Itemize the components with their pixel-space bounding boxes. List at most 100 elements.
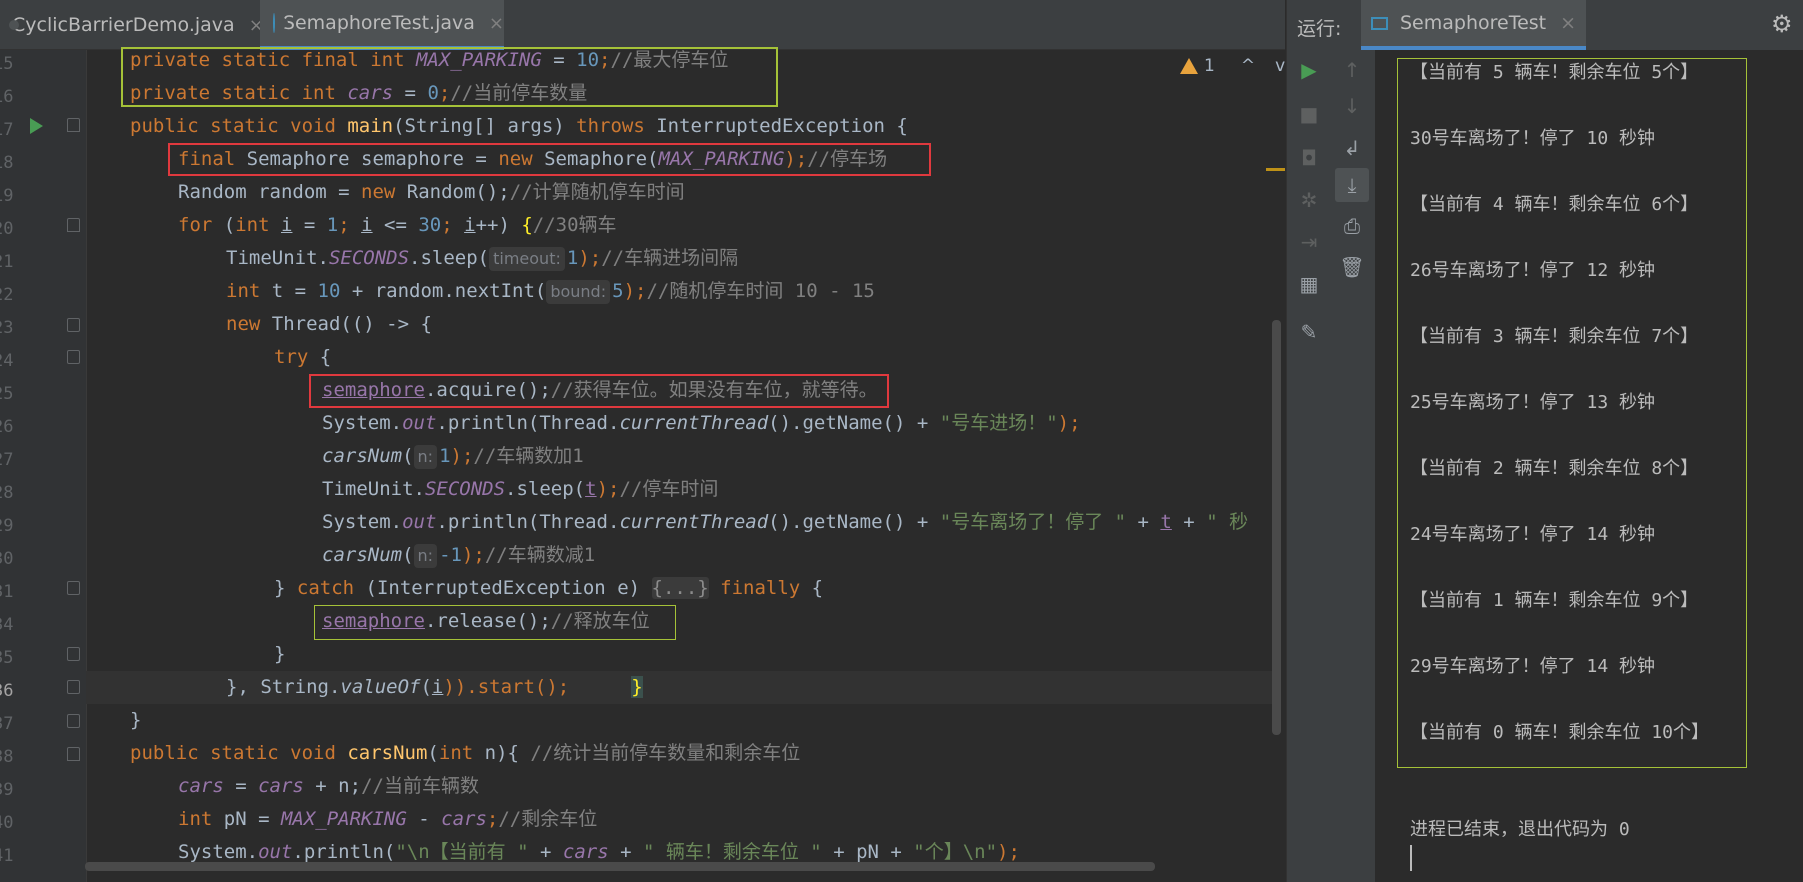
code-line[interactable]: public static void carsNum(int n){ //统计当… <box>130 737 800 770</box>
fold-icon[interactable] <box>67 318 80 332</box>
down-arrow-icon[interactable]: ↓ <box>1339 94 1365 118</box>
fold-icon[interactable] <box>67 581 80 595</box>
line-number: 28 <box>0 483 14 503</box>
code-line[interactable]: } catch (InterruptedException e) {...} f… <box>274 572 823 605</box>
code-line[interactable]: try { <box>274 341 331 374</box>
collapsed-block[interactable]: {...} <box>651 577 709 599</box>
line-number: 37 <box>0 714 14 734</box>
soft-wrap-icon[interactable]: ↲ <box>1339 136 1365 160</box>
console-line: 【当前有 2 辆车！剩余车位 8个】 <box>1410 458 1699 479</box>
line-number: 40 <box>0 813 14 833</box>
code-line[interactable]: Random random = new Random();//计算随机停车时间 <box>178 176 685 209</box>
code-line[interactable]: new Thread(() -> { <box>226 308 432 341</box>
line-number: 35 <box>0 648 14 668</box>
code-line[interactable]: } <box>274 638 285 671</box>
line-number: 26 <box>0 417 14 437</box>
java-class-icon <box>273 13 288 33</box>
close-icon[interactable]: × <box>1560 12 1576 34</box>
code-line[interactable]: TimeUnit.SECONDS.sleep(t);//停车时间 <box>322 473 718 506</box>
scroll-marker <box>1266 168 1285 171</box>
line-number: 29 <box>0 516 14 536</box>
horizontal-scrollbar[interactable] <box>85 862 1155 871</box>
tab-label: CyclicBarrierDemo.java <box>12 14 235 36</box>
code-line[interactable]: System.out.println(Thread.currentThread(… <box>322 506 1248 539</box>
code-line[interactable]: }, String.valueOf(i)).start();} <box>226 671 643 704</box>
highlight-box-green <box>121 47 778 107</box>
run-tool-window: 运行: SemaphoreTest × ⚙ ▶ ↑ ■ ↓ ◘ ↲ ✲ ⤓ ⇥ … <box>1286 0 1803 882</box>
fold-icon[interactable] <box>67 118 80 132</box>
code-line[interactable]: carsNum(n: -1);//车辆数减1 <box>322 539 595 572</box>
code-line[interactable]: int pN = MAX_PARKING - cars;//剩余车位 <box>178 803 597 836</box>
highlight-box-red <box>168 143 931 176</box>
fold-icon[interactable] <box>67 680 80 694</box>
text-caret <box>1410 845 1412 871</box>
fold-icon[interactable] <box>67 714 80 728</box>
previous-highlight-icon[interactable]: ^ <box>1241 56 1255 76</box>
stop-icon[interactable]: ■ <box>1296 102 1322 126</box>
code-line[interactable]: public static void main(String[] args) t… <box>130 110 908 143</box>
line-number: 18 <box>0 153 14 173</box>
line-number: 16 <box>0 87 14 107</box>
trash-icon[interactable]: 🗑 <box>1339 255 1365 279</box>
fold-icon[interactable] <box>67 218 80 232</box>
run-config-tab[interactable]: SemaphoreTest × <box>1361 0 1587 50</box>
tab-cyclicbarrierdemo[interactable]: CyclicBarrierDemo.java × <box>0 0 264 50</box>
up-arrow-icon[interactable]: ↑ <box>1339 58 1365 82</box>
line-number-gutter[interactable]: 15 16 17 18 19 20 21 22 23 24 25 26 27 2… <box>0 50 86 882</box>
line-number: 22 <box>0 285 14 305</box>
close-icon[interactable]: × <box>489 13 504 34</box>
console-line: 30号车离场了！停了 10 秒钟 <box>1410 128 1656 149</box>
run-toolbar: ▶ ↑ ■ ↓ ◘ ↲ ✲ ⤓ ⇥ ⎙ 🗑 ▦ ✎ <box>1287 50 1375 882</box>
login-icon[interactable]: ⇥ <box>1296 230 1322 254</box>
run-label: 运行: <box>1297 18 1342 40</box>
fold-icon[interactable] <box>67 647 80 661</box>
console-line: 【当前有 3 辆车！剩余车位 7个】 <box>1410 326 1699 347</box>
warning-icon <box>1180 58 1198 74</box>
code-line[interactable]: for (int i = 1; i <= 30; i++) {//30辆车 <box>178 209 617 242</box>
line-number: 24 <box>0 351 14 371</box>
console-icon <box>1371 16 1388 30</box>
layout-icon[interactable]: ▦ <box>1296 272 1322 296</box>
console-line: 29号车离场了！停了 14 秒钟 <box>1410 656 1656 677</box>
code-line[interactable]: int t = 10 + random.nextInt(bound: 5);//随… <box>226 275 875 308</box>
print-icon[interactable]: ⎙ <box>1339 214 1365 238</box>
next-highlight-icon[interactable]: v <box>1275 56 1285 76</box>
line-number: 25 <box>0 384 14 404</box>
highlight-box-red <box>309 374 889 408</box>
code-editor[interactable]: CyclicBarrierDemo.java × SemaphoreTest.j… <box>0 0 1285 882</box>
line-number: 15 <box>0 54 14 74</box>
line-number: 23 <box>0 318 14 338</box>
line-number: 19 <box>0 186 14 206</box>
code-line[interactable]: } <box>130 704 141 737</box>
code-line[interactable]: cars = cars + n;//当前车辆数 <box>178 770 479 803</box>
console-line: 25号车离场了！停了 13 秒钟 <box>1410 392 1656 413</box>
gutter-divider <box>86 50 87 882</box>
scroll-to-end-icon[interactable]: ⤓ <box>1335 168 1369 202</box>
parameter-hint: bound: <box>546 280 611 304</box>
run-header: 运行: SemaphoreTest × ⚙ <box>1287 0 1803 50</box>
parameter-hint: n: <box>413 445 438 469</box>
fold-icon[interactable] <box>67 350 80 364</box>
line-number: 34 <box>0 615 14 635</box>
highlight-box-green <box>314 605 676 640</box>
console-line: 【当前有 1 辆车！剩余车位 9个】 <box>1410 590 1699 611</box>
inspection-widget[interactable]: 1 ^ v <box>1180 56 1285 76</box>
vertical-scrollbar[interactable] <box>1272 320 1281 735</box>
exit-message: 进程已结束，退出代码为 0 <box>1410 819 1630 840</box>
code-line[interactable]: TimeUnit.SECONDS.sleep(timeout: 1);//车辆进场… <box>226 242 738 275</box>
tab-semaphoretest[interactable]: SemaphoreTest.java × <box>260 0 504 50</box>
console-line: 【当前有 4 辆车！剩余车位 6个】 <box>1410 194 1699 215</box>
pin-icon[interactable]: ✎ <box>1296 320 1322 344</box>
console-output[interactable]: 【当前有 5 辆车！剩余车位 5个】 30号车离场了！停了 10 秒钟 【当前有… <box>1377 50 1803 882</box>
camera-icon[interactable]: ◘ <box>1296 146 1322 170</box>
code-line[interactable]: carsNum(n: 1);//车辆数加1 <box>322 440 584 473</box>
debug-icon[interactable]: ✲ <box>1296 188 1322 212</box>
line-number: 39 <box>0 780 14 800</box>
run-gutter-icon[interactable] <box>30 118 43 134</box>
gear-icon[interactable]: ⚙ <box>1771 10 1793 38</box>
code-line[interactable]: System.out.println(Thread.currentThread(… <box>322 407 1081 440</box>
rerun-icon[interactable]: ▶ <box>1296 58 1322 82</box>
line-number: 30 <box>0 549 14 569</box>
fold-icon[interactable] <box>67 747 80 761</box>
tab-label: SemaphoreTest.java <box>282 12 475 34</box>
